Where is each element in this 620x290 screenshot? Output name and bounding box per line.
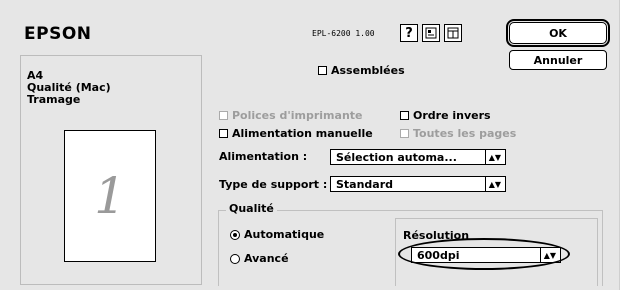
model-version: EPL-6200 1.00 — [312, 29, 375, 38]
checkbox-box — [219, 111, 228, 120]
printer-dialog: EPSON EPL-6200 1.00 ? OK Annuler A4 Qual… — [0, 0, 620, 290]
media-type-select[interactable]: Standard ▲▼ — [330, 176, 506, 192]
ok-button[interactable]: OK — [506, 19, 610, 47]
paper-source-select[interactable]: Sélection automa... ▲▼ — [330, 149, 506, 165]
page-preview: 1 — [64, 130, 156, 262]
radio-dot — [230, 229, 240, 240]
all-pages-checkbox[interactable]: Toutes les pages — [400, 127, 516, 140]
quality-title: Qualité — [226, 202, 277, 215]
checkbox-box — [219, 129, 228, 138]
updown-arrow-icon: ▲▼ — [484, 150, 501, 164]
help-icon[interactable]: ? — [400, 24, 418, 42]
media-type-label: Type de support : — [219, 178, 328, 191]
highlight-ellipse — [398, 238, 570, 270]
checkbox-box — [400, 129, 409, 138]
page-icon[interactable] — [444, 24, 462, 42]
checkbox-box — [318, 66, 327, 75]
manual-feed-checkbox[interactable]: Alimentation manuelle — [219, 127, 373, 140]
layout-icon[interactable] — [422, 24, 440, 42]
epson-logo: EPSON — [24, 24, 92, 44]
radio-dot — [230, 253, 240, 264]
collate-checkbox[interactable]: Assemblées — [318, 64, 405, 77]
quality-advanced-radio[interactable]: Avancé — [230, 252, 289, 265]
page-number: 1 — [94, 167, 126, 225]
preview-halftone: Tramage — [27, 93, 81, 106]
quality-automatic-radio[interactable]: Automatique — [230, 228, 324, 241]
reverse-order-checkbox[interactable]: Ordre invers — [400, 109, 491, 122]
printer-fonts-checkbox[interactable]: Polices d'imprimante — [219, 109, 363, 122]
cancel-button[interactable]: Annuler — [509, 50, 607, 70]
paper-source-label: Alimentation : — [219, 150, 308, 163]
updown-arrow-icon: ▲▼ — [484, 177, 501, 191]
checkbox-box — [400, 111, 409, 120]
